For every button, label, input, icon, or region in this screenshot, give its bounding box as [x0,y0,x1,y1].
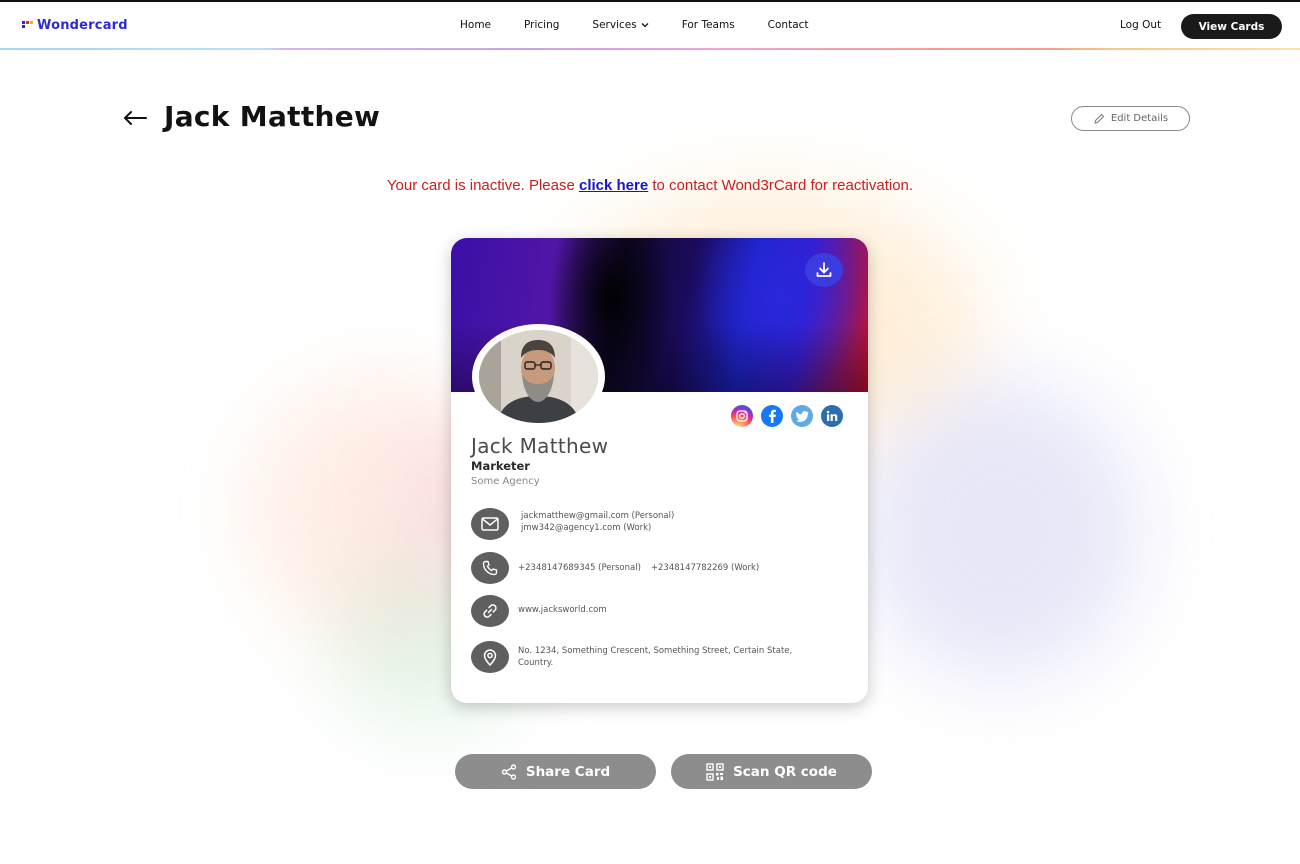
card-company: Some Agency [471,476,540,487]
avatar [472,324,605,429]
social-links [731,405,843,427]
notice-prefix: Your card is inactive. Please [386,177,575,194]
instagram-icon[interactable] [731,405,753,427]
edit-details-label: Edit Details [1110,113,1169,124]
brand-logo[interactable]: Wondercard [22,18,128,33]
pencil-icon [1094,113,1105,124]
profile-photo [479,330,598,423]
card-name: Jack Matthew [471,434,609,458]
linkedin-icon[interactable] [821,405,843,427]
location-pin-icon [471,641,509,673]
address-details: No. 1234, Something Crescent, Something … [518,645,792,669]
wondercard-logo-icon [22,21,33,30]
download-icon [816,262,832,277]
top-navigation: Wondercard Home Pricing Services For Tea… [0,0,1300,50]
scan-qr-button[interactable]: Scan QR code [671,754,872,789]
page-title: Jack Matthew [164,100,381,133]
nav-services[interactable]: Services [592,19,649,31]
website-link[interactable]: www.jacksworld.com [518,604,607,616]
nav-gradient-divider [0,48,1300,50]
scan-qr-label: Scan QR code [733,763,837,780]
inactive-notice: Your card is inactive. Please click here… [0,177,1300,194]
logout-link[interactable]: Log Out [1120,19,1161,31]
phone-work[interactable]: +2348147782269 (Work) [651,562,759,574]
phone-details: +2348147689345 (Personal) +2348147782269… [518,562,759,574]
edit-details-button[interactable]: Edit Details [1071,106,1190,131]
nav-contact[interactable]: Contact [768,19,809,31]
facebook-icon[interactable] [761,405,783,427]
phone-icon [471,552,509,584]
business-card: Jack Matthew Marketer Some Agency jackma… [451,238,868,703]
brand-name: Wondercard [37,18,128,33]
nav-pricing[interactable]: Pricing [524,19,559,31]
share-card-button[interactable]: Share Card [455,754,656,789]
share-card-label: Share Card [525,763,611,780]
nav-for-teams[interactable]: For Teams [682,19,735,31]
chevron-down-icon [641,23,649,28]
qr-code-icon [706,762,724,781]
download-card-button[interactable] [805,253,843,287]
bg-glow-lavender [860,380,1140,680]
address-line-1: No. 1234, Something Crescent, Something … [518,646,793,656]
phone-personal[interactable]: +2348147689345 (Personal) [518,562,641,574]
reactivation-link[interactable]: click here [579,177,648,194]
arrow-left-icon [124,111,147,125]
main-nav: Home Pricing Services For Teams Contact [460,19,842,31]
share-icon [501,763,517,780]
view-cards-button[interactable]: View Cards [1181,14,1282,39]
address-line-2: Country. [518,658,554,668]
card-role: Marketer [471,459,530,473]
email-details: jackmatthew@gmail.com (Personal) jmw342@… [521,510,674,534]
nav-home[interactable]: Home [460,19,491,31]
nav-services-label: Services [592,19,637,31]
email-icon [471,508,509,540]
email-work[interactable]: jmw342@agency1.com (Work) [521,522,674,534]
link-icon [471,595,509,627]
email-personal[interactable]: jackmatthew@gmail.com (Personal) [521,510,674,522]
notice-suffix: to contact Wond3rCard for reactivation. [652,177,914,194]
twitter-icon[interactable] [791,405,813,427]
back-button[interactable] [122,104,150,132]
